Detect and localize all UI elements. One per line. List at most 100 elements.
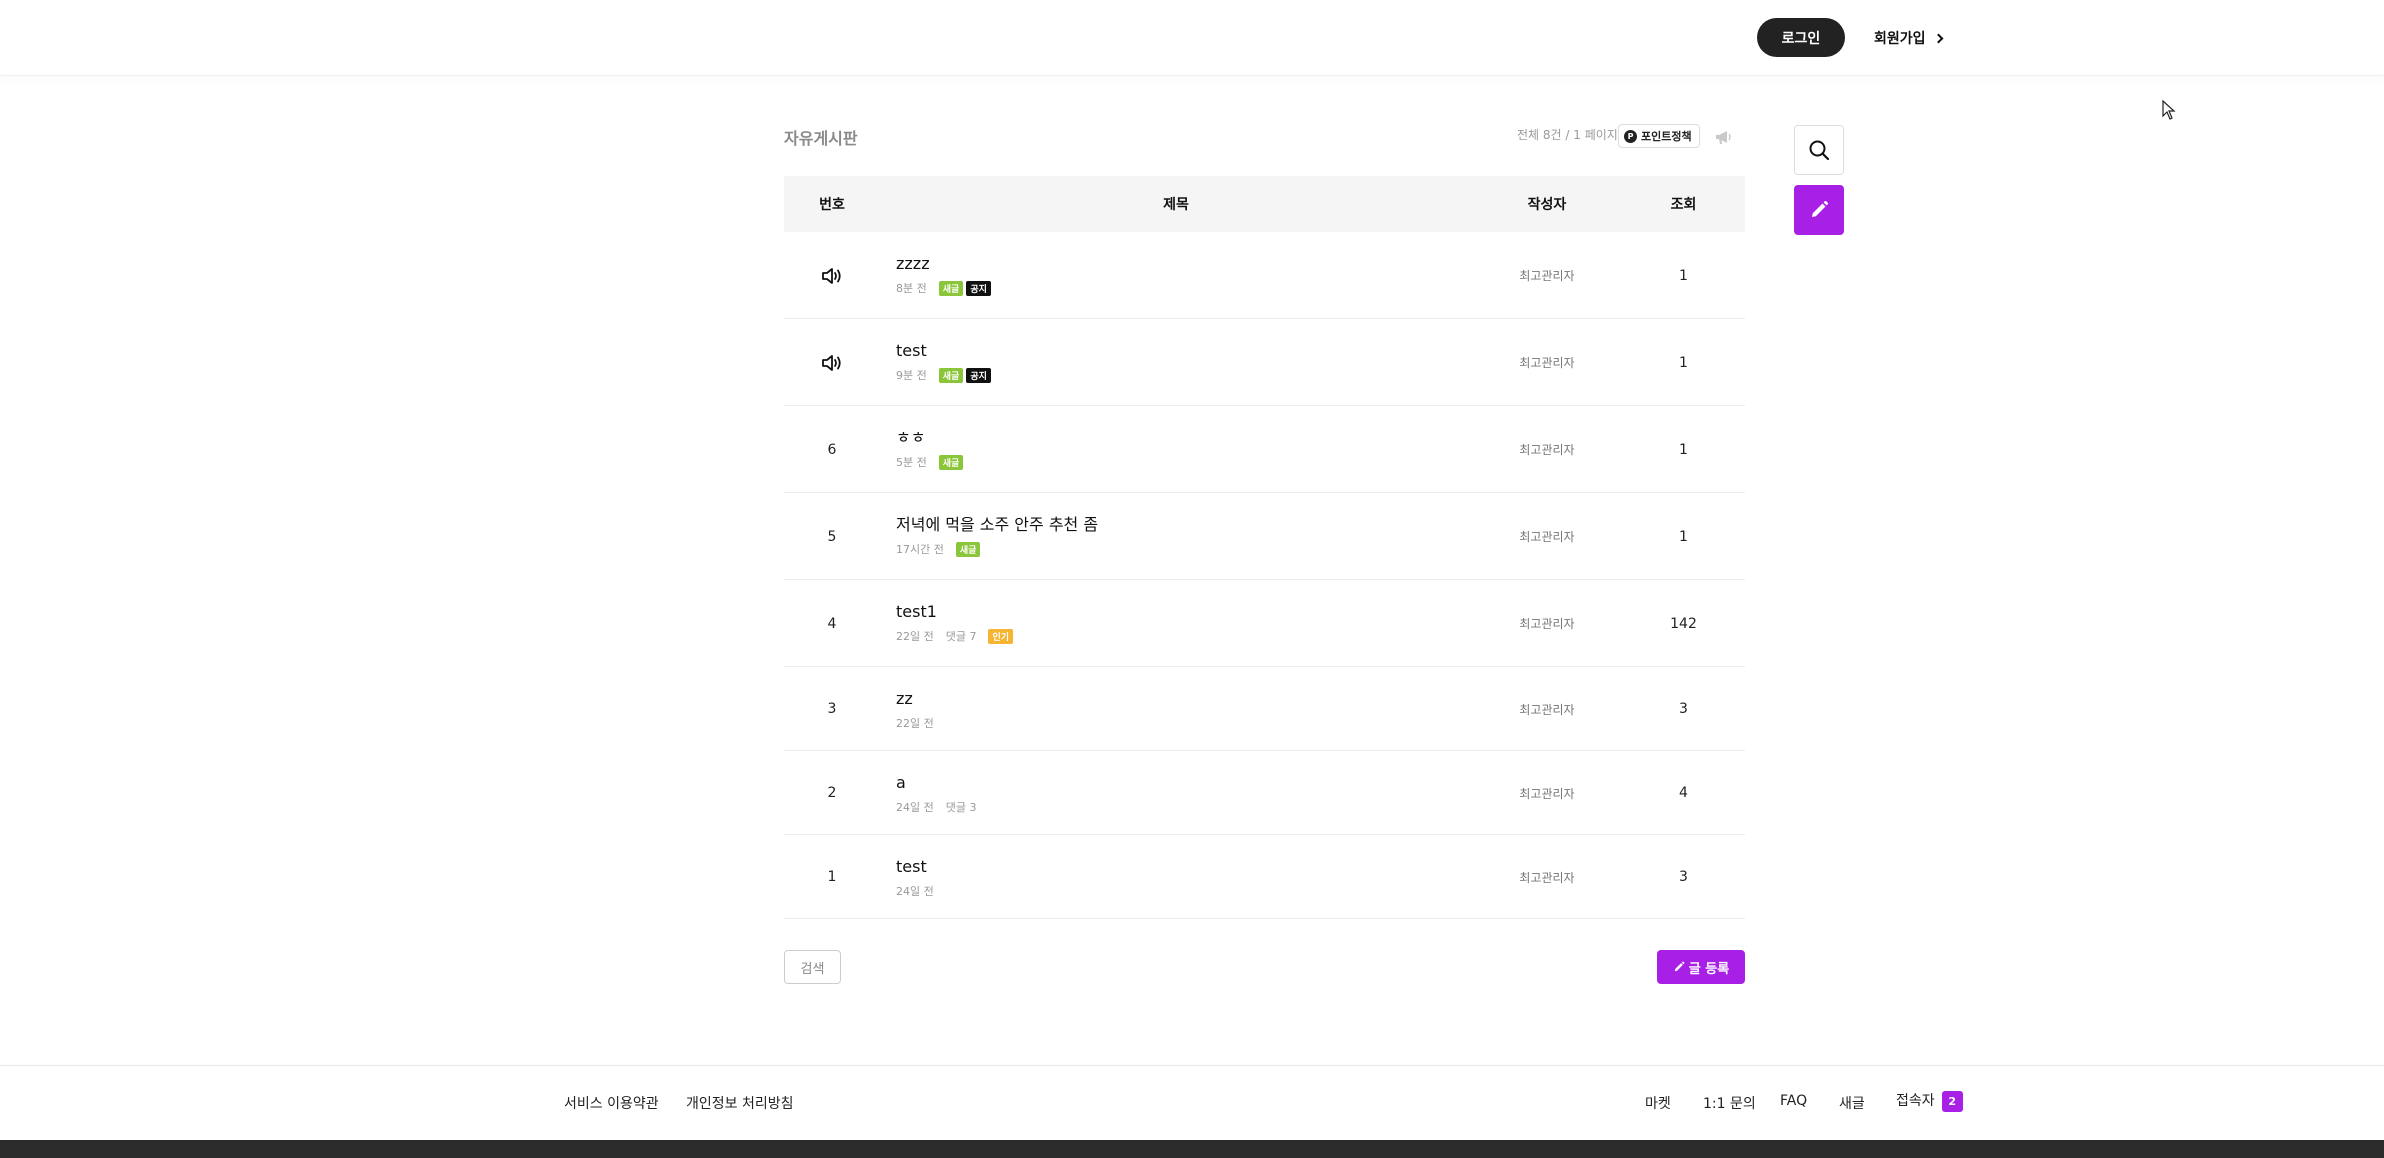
post-meta: 17시간 전 새글: [896, 541, 1098, 557]
post-title-link[interactable]: test: [896, 856, 940, 878]
post-title-cell: ㅎㅎ 5분 전 새글: [896, 427, 964, 470]
post-author[interactable]: 최고관리자: [1472, 668, 1622, 750]
post-title-link[interactable]: ㅎㅎ: [896, 427, 963, 449]
post-title-link[interactable]: zzzz: [896, 253, 991, 275]
signup-link[interactable]: 회원가입: [1874, 18, 1943, 57]
post-title-link[interactable]: 저녁에 먹을 소주 안주 추천 좀: [896, 514, 1098, 536]
write-post-label: 글 등록: [1688, 961, 1730, 977]
speaker-icon: [822, 267, 841, 284]
post-views: 1: [1679, 267, 1688, 284]
column-header-no: 번호: [819, 197, 845, 213]
site-header: 로그인 회원가입: [0, 0, 2384, 76]
login-button[interactable]: 로그인: [1757, 18, 1845, 57]
post-author[interactable]: 최고관리자: [1472, 494, 1622, 579]
table-row[interactable]: zzzz 8분 전 새글 공지 최고관리자 1: [784, 233, 1745, 319]
post-views: 4: [1679, 785, 1688, 801]
post-time: 5분 전: [896, 456, 927, 469]
notice-icon-cell: [784, 233, 880, 318]
post-views: 1: [1679, 354, 1688, 371]
post-badge: 공지: [966, 280, 991, 296]
table-header: 번호 제목 작성자 조회: [784, 176, 1745, 232]
table-row[interactable]: 3 zz 22일 전 최고관리자 3: [784, 668, 1745, 751]
point-policy-button[interactable]: P 포인트정책: [1618, 124, 1700, 148]
post-meta: 9분 전 새글 공지: [896, 367, 991, 383]
footer-faq-link[interactable]: FAQ: [1780, 1093, 1807, 1109]
point-icon: P: [1624, 129, 1637, 143]
signup-label: 회원가입: [1874, 30, 1926, 47]
footer-privacy-link[interactable]: 개인정보 처리방침: [686, 1093, 794, 1113]
post-views: 3: [1679, 869, 1688, 885]
footer-market-link[interactable]: 마켓: [1645, 1093, 1671, 1113]
post-meta: 24일 전 댓글 3: [896, 799, 982, 815]
post-title-cell: test1 22일 전 댓글 7 인기: [896, 601, 1014, 644]
post-meta: 8분 전 새글 공지: [896, 280, 991, 296]
site-footer: 서비스 이용약관 개인정보 처리방침 마켓 1:1 문의 FAQ 새글 접속자 2: [0, 1065, 2384, 1140]
point-policy-label: 포인트정책: [1641, 130, 1692, 143]
comment-count: 댓글 3: [945, 801, 977, 814]
post-meta: 5분 전 새글: [896, 454, 964, 470]
footer-inquiry-link[interactable]: 1:1 문의: [1703, 1093, 1756, 1113]
footer-new-posts-link[interactable]: 새글: [1839, 1093, 1865, 1113]
pencil-icon: [1812, 200, 1829, 217]
post-views: 142: [1670, 615, 1697, 632]
table-row[interactable]: 6 ㅎㅎ 5분 전 새글 최고관리자 1: [784, 407, 1745, 493]
post-number: 2: [827, 785, 837, 801]
post-meta: 22일 전: [896, 715, 940, 731]
post-number: 4: [827, 615, 837, 632]
board-title: 자유게시판: [784, 129, 858, 148]
post-title-link[interactable]: test1: [896, 601, 1013, 623]
post-author[interactable]: 최고관리자: [1472, 836, 1622, 918]
post-title-cell: zz 22일 전: [896, 688, 940, 731]
post-title-link[interactable]: a: [896, 772, 982, 794]
visitors-label: 접속자: [1896, 1093, 1935, 1109]
post-badge: 새글: [938, 454, 964, 470]
footer-terms-link[interactable]: 서비스 이용약관: [564, 1093, 659, 1113]
post-number: 6: [827, 441, 837, 458]
post-author[interactable]: 최고관리자: [1472, 752, 1622, 834]
visitors-count-badge: 2: [1941, 1090, 1963, 1112]
megaphone-icon[interactable]: [1713, 127, 1735, 147]
post-badge: 공지: [966, 367, 991, 383]
pencil-icon: [1674, 961, 1685, 972]
post-author[interactable]: 최고관리자: [1472, 407, 1622, 492]
mouse-cursor-icon: [2162, 100, 2176, 120]
post-title-cell: test 9분 전 새글 공지: [896, 340, 991, 383]
post-title-cell: test 24일 전: [896, 856, 940, 899]
table-row[interactable]: 2 a 24일 전 댓글 3 최고관리자 4: [784, 752, 1745, 835]
write-post-button[interactable]: 글 등록: [1657, 950, 1745, 984]
table-row[interactable]: test 9분 전 새글 공지 최고관리자 1: [784, 320, 1745, 406]
post-author[interactable]: 최고관리자: [1472, 233, 1622, 318]
post-author[interactable]: 최고관리자: [1472, 581, 1622, 666]
search-icon: [1809, 140, 1830, 161]
table-row[interactable]: 5 저녁에 먹을 소주 안주 추천 좀 17시간 전 새글 최고관리자 1: [784, 494, 1745, 580]
post-meta: 24일 전: [896, 883, 940, 899]
bottom-bar: [0, 1140, 2384, 1158]
post-author[interactable]: 최고관리자: [1472, 320, 1622, 405]
post-time: 24일 전: [896, 885, 934, 898]
side-search-button[interactable]: [1794, 125, 1844, 175]
post-badge: 새글: [955, 541, 981, 557]
post-title-cell: zzzz 8분 전 새글 공지: [896, 253, 991, 296]
table-row[interactable]: 4 test1 22일 전 댓글 7 인기 최고관리자 142: [784, 581, 1745, 667]
column-header-author: 작성자: [1527, 197, 1567, 213]
chevron-right-icon: [1933, 33, 1943, 43]
post-title-link[interactable]: zz: [896, 688, 940, 710]
post-views: 1: [1679, 441, 1688, 458]
post-title-cell: 저녁에 먹을 소주 안주 추천 좀 17시간 전 새글: [896, 514, 1098, 557]
table-row[interactable]: 1 test 24일 전 최고관리자 3: [784, 836, 1745, 919]
comment-count: 댓글 7: [945, 630, 977, 643]
post-title-link[interactable]: test: [896, 340, 991, 362]
notice-icon-cell: [784, 320, 880, 405]
post-time: 9분 전: [896, 369, 927, 382]
column-header-views: 조회: [1670, 197, 1697, 213]
post-meta: 22일 전 댓글 7 인기: [896, 628, 1014, 644]
post-time: 17시간 전: [896, 543, 944, 556]
side-write-button[interactable]: [1794, 185, 1844, 235]
post-views: 3: [1679, 701, 1688, 717]
post-badge: 새글: [938, 280, 964, 296]
post-title-cell: a 24일 전 댓글 3: [896, 772, 982, 815]
search-button[interactable]: 검색: [784, 950, 841, 984]
post-badge: 인기: [988, 628, 1014, 644]
footer-visitors-link[interactable]: 접속자 2: [1896, 1090, 1963, 1112]
speaker-icon: [822, 354, 841, 371]
